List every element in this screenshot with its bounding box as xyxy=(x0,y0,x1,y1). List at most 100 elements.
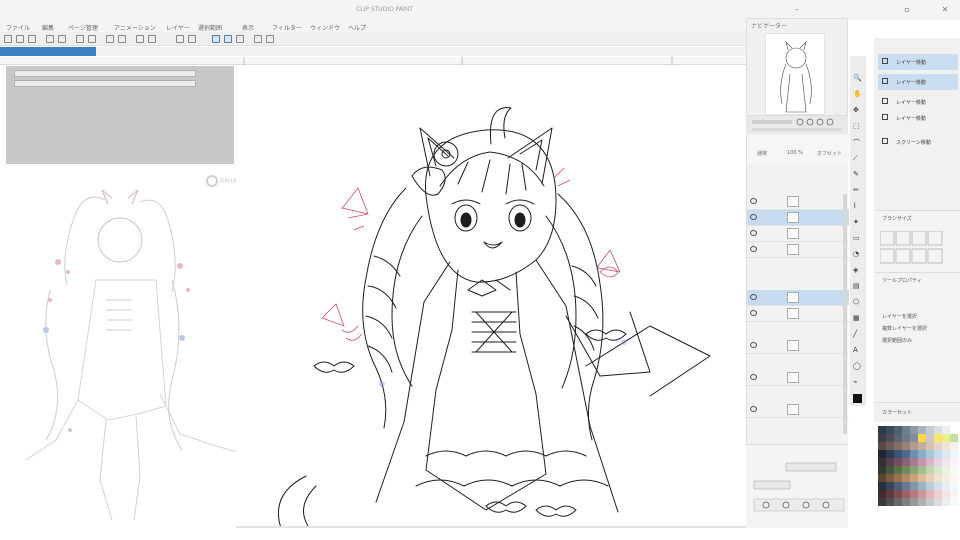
color-swatch[interactable] xyxy=(926,458,934,466)
subtool-row[interactable] xyxy=(14,80,196,87)
color-swatch[interactable] xyxy=(910,450,918,458)
color-swatch[interactable] xyxy=(934,442,942,450)
color-swatch[interactable] xyxy=(902,434,910,442)
color-swatch[interactable] xyxy=(918,450,926,458)
subtool-row[interactable] xyxy=(14,70,196,77)
color-swatch[interactable] xyxy=(886,442,894,450)
menu-animation[interactable]: アニメーション xyxy=(114,23,156,32)
color-swatch[interactable] xyxy=(894,474,902,482)
eye-icon[interactable] xyxy=(750,342,757,348)
color-swatch[interactable] xyxy=(902,426,910,434)
brush-size-presets[interactable] xyxy=(880,231,956,271)
color-swatch[interactable] xyxy=(926,498,934,506)
menu-view[interactable]: 表示 xyxy=(242,23,254,32)
color-swatch[interactable] xyxy=(934,434,942,442)
subtool-item-selected[interactable]: レイヤー移動 xyxy=(878,54,958,70)
color-swatch[interactable] xyxy=(950,434,958,442)
transform-icon[interactable] xyxy=(88,35,96,43)
grid-icon[interactable] xyxy=(148,35,156,43)
color-swatch[interactable] xyxy=(950,498,958,506)
perspective-icon[interactable] xyxy=(188,35,196,43)
color-swatch[interactable] xyxy=(950,442,958,450)
color-swatch[interactable] xyxy=(942,426,950,434)
color-swatch[interactable] xyxy=(934,482,942,490)
text-tool-icon[interactable]: A xyxy=(853,346,862,355)
eye-icon[interactable] xyxy=(750,214,757,220)
color-swatch[interactable] xyxy=(894,482,902,490)
color-swatch[interactable] xyxy=(878,490,886,498)
color-swatch[interactable] xyxy=(902,466,910,474)
color-swatch[interactable] xyxy=(918,458,926,466)
color-swatch[interactable] xyxy=(918,474,926,482)
color-swatch[interactable] xyxy=(894,434,902,442)
color-swatch[interactable] xyxy=(894,466,902,474)
color-swatch[interactable] xyxy=(926,426,934,434)
color-swatch[interactable] xyxy=(950,490,958,498)
color-swatch[interactable] xyxy=(902,458,910,466)
color-swatch[interactable] xyxy=(942,458,950,466)
color-swatch[interactable] xyxy=(942,490,950,498)
pen-icon[interactable] xyxy=(212,35,220,43)
color-swatch[interactable] xyxy=(926,450,934,458)
color-swatch[interactable] xyxy=(926,490,934,498)
color-swatch[interactable] xyxy=(886,490,894,498)
menu-page[interactable]: ページ管理 xyxy=(68,23,98,32)
invert-icon[interactable] xyxy=(118,35,126,43)
eye-icon[interactable] xyxy=(750,406,757,412)
maximize-icon[interactable]: ▫ xyxy=(902,5,912,14)
menu-file[interactable]: ファイル xyxy=(6,23,30,32)
blend-icon[interactable]: ◔ xyxy=(853,250,862,259)
color-swatch[interactable] xyxy=(910,498,918,506)
color-swatch[interactable] xyxy=(934,490,942,498)
color-swatch[interactable] xyxy=(950,474,958,482)
color-swatch[interactable] xyxy=(886,498,894,506)
color-swatch[interactable] xyxy=(878,426,886,434)
color-swatch[interactable] xyxy=(910,458,918,466)
color-swatch[interactable] xyxy=(942,474,950,482)
color-swatch[interactable] xyxy=(878,466,886,474)
color-swatch[interactable] xyxy=(926,442,934,450)
color-swatch[interactable] xyxy=(918,442,926,450)
subtool-item[interactable]: レイヤー移動 xyxy=(878,74,958,90)
eye-icon[interactable] xyxy=(750,310,757,316)
layer-row[interactable] xyxy=(747,226,849,242)
color-swatch[interactable] xyxy=(878,442,886,450)
color-swatch[interactable] xyxy=(934,474,942,482)
color-swatch[interactable] xyxy=(886,482,894,490)
color-swatch[interactable] xyxy=(950,458,958,466)
ruler-icon[interactable] xyxy=(176,35,184,43)
layer-row[interactable] xyxy=(747,194,849,210)
layer-row[interactable] xyxy=(747,242,849,258)
eraser-tool-icon[interactable]: ▭ xyxy=(853,234,862,243)
brush-tool-icon[interactable]: ⌇ xyxy=(853,202,862,211)
color-swatch[interactable] xyxy=(886,458,894,466)
color-swatch[interactable] xyxy=(934,426,942,434)
pen-tool-icon[interactable]: ✎ xyxy=(853,170,862,179)
eye-icon[interactable] xyxy=(750,230,757,236)
layer-offset[interactable]: オフセット xyxy=(817,150,842,157)
hand-icon[interactable]: ✋ xyxy=(853,90,862,99)
menu-selection[interactable]: 選択範囲 xyxy=(198,23,222,32)
color-swatch[interactable] xyxy=(886,450,894,458)
color-swatch[interactable] xyxy=(950,426,958,434)
color-swatch[interactable] xyxy=(886,426,894,434)
main-color-icon[interactable] xyxy=(853,394,862,403)
eraser-icon[interactable] xyxy=(236,35,244,43)
color-swatch[interactable] xyxy=(902,450,910,458)
color-swatch[interactable] xyxy=(950,466,958,474)
tool-property-option[interactable]: 複数レイヤーを選択 xyxy=(882,325,927,332)
layer-row[interactable] xyxy=(747,306,849,322)
color-swatch[interactable] xyxy=(878,482,886,490)
color-swatch[interactable] xyxy=(910,442,918,450)
color-swatch[interactable] xyxy=(886,474,894,482)
deselect-icon[interactable] xyxy=(106,35,114,43)
eye-icon[interactable] xyxy=(750,246,757,252)
color-swatch[interactable] xyxy=(910,474,918,482)
layer-row-selected[interactable] xyxy=(747,290,849,306)
color-swatch[interactable] xyxy=(918,466,926,474)
color-swatch[interactable] xyxy=(926,434,934,442)
color-swatch[interactable] xyxy=(942,434,950,442)
color-swatch[interactable] xyxy=(894,498,902,506)
color-swatch[interactable] xyxy=(950,482,958,490)
pencil-icon[interactable]: ✏ xyxy=(853,186,862,195)
